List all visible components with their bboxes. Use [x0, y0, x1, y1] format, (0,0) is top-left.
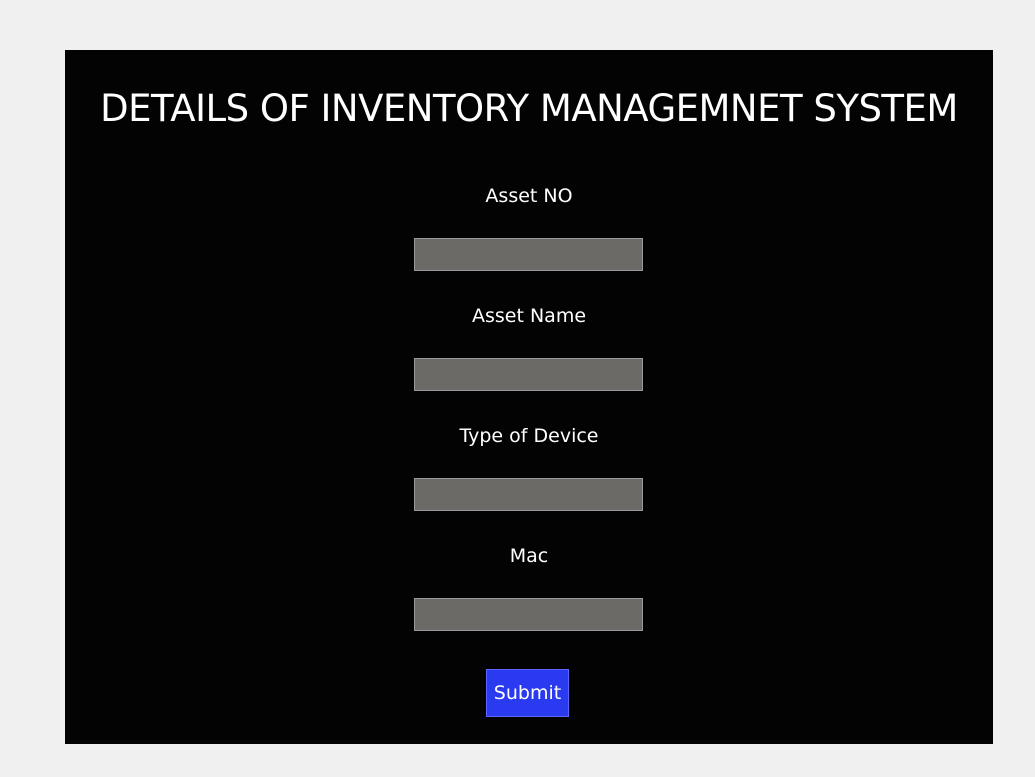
form-title: DETAILS OF INVENTORY MANAGEMNET SYSTEM: [100, 87, 958, 130]
device-type-input[interactable]: [414, 478, 643, 511]
asset-name-input[interactable]: [414, 358, 643, 391]
asset-no-label: Asset NO: [485, 185, 573, 207]
submit-button[interactable]: Submit: [486, 669, 569, 717]
device-type-label: Type of Device: [459, 425, 599, 447]
mac-input[interactable]: [414, 598, 643, 631]
asset-no-input[interactable]: [414, 238, 643, 271]
asset-name-label: Asset Name: [471, 305, 587, 327]
inventory-form-panel: DETAILS OF INVENTORY MANAGEMNET SYSTEM A…: [65, 50, 993, 744]
mac-label: Mac: [509, 545, 549, 567]
